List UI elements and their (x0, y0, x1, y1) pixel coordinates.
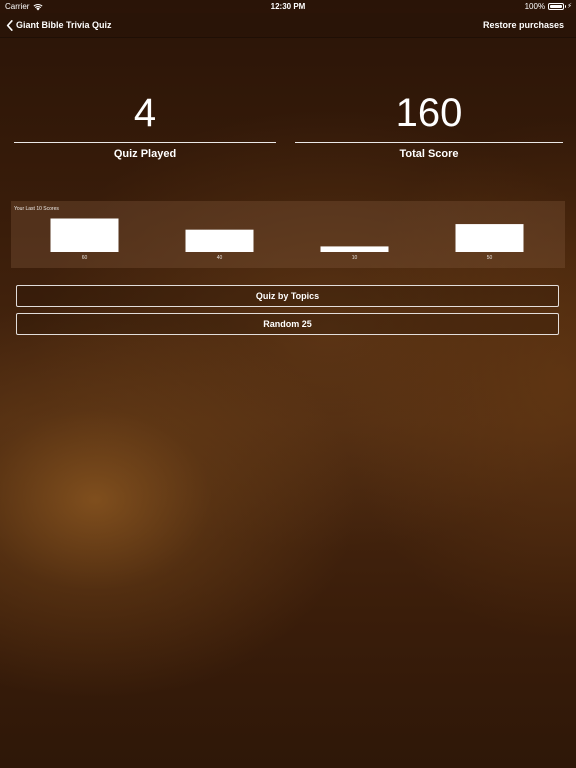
total-score-stat: 160 Total Score (295, 88, 563, 161)
score-bar-label: 50 (487, 255, 493, 261)
back-button[interactable]: Giant Bible Trivia Quiz (6, 13, 112, 37)
navigation-bar: Giant Bible Trivia Quiz Restore purchase… (0, 13, 576, 38)
last-scores-panel: 60 40 10 50 Your Last 10 Scores (11, 201, 565, 268)
back-button-label: Giant Bible Trivia Quiz (16, 20, 112, 30)
quiz-played-divider (14, 142, 276, 143)
score-bar-label: 10 (352, 255, 358, 261)
quiz-by-topics-button[interactable]: Quiz by Topics (16, 285, 559, 307)
status-right: 100% ⚡ (525, 0, 572, 13)
restore-purchases-button[interactable]: Restore purchases (483, 13, 564, 37)
battery-percent: 100% (524, 2, 546, 11)
quiz-played-value: 4 (133, 91, 157, 135)
status-time: 12:30 PM (270, 2, 306, 11)
total-score-label: Total Score (399, 148, 459, 160)
last-scores-title: Your Last 10 Scores (14, 206, 59, 212)
status-bar: Carrier 12:30 PM 100% ⚡ (0, 0, 576, 13)
score-bar (455, 224, 524, 252)
score-bar (50, 218, 119, 252)
chevron-left-icon (6, 19, 13, 31)
quiz-played-stat: 4 Quiz Played (14, 88, 276, 161)
bolt-icon: ⚡ (567, 3, 572, 10)
quiz-played-label: Quiz Played (113, 148, 177, 160)
score-bar-label: 40 (217, 255, 223, 261)
score-bar (320, 246, 389, 252)
total-score-divider (295, 142, 563, 143)
score-bar (185, 229, 254, 252)
last-scores-chart: 60 40 10 50 (50, 218, 524, 261)
total-score-value: 160 (395, 91, 463, 135)
score-bar-label: 60 (82, 255, 88, 261)
random-25-button[interactable]: Random 25 (16, 313, 559, 335)
battery-icon (548, 3, 567, 10)
